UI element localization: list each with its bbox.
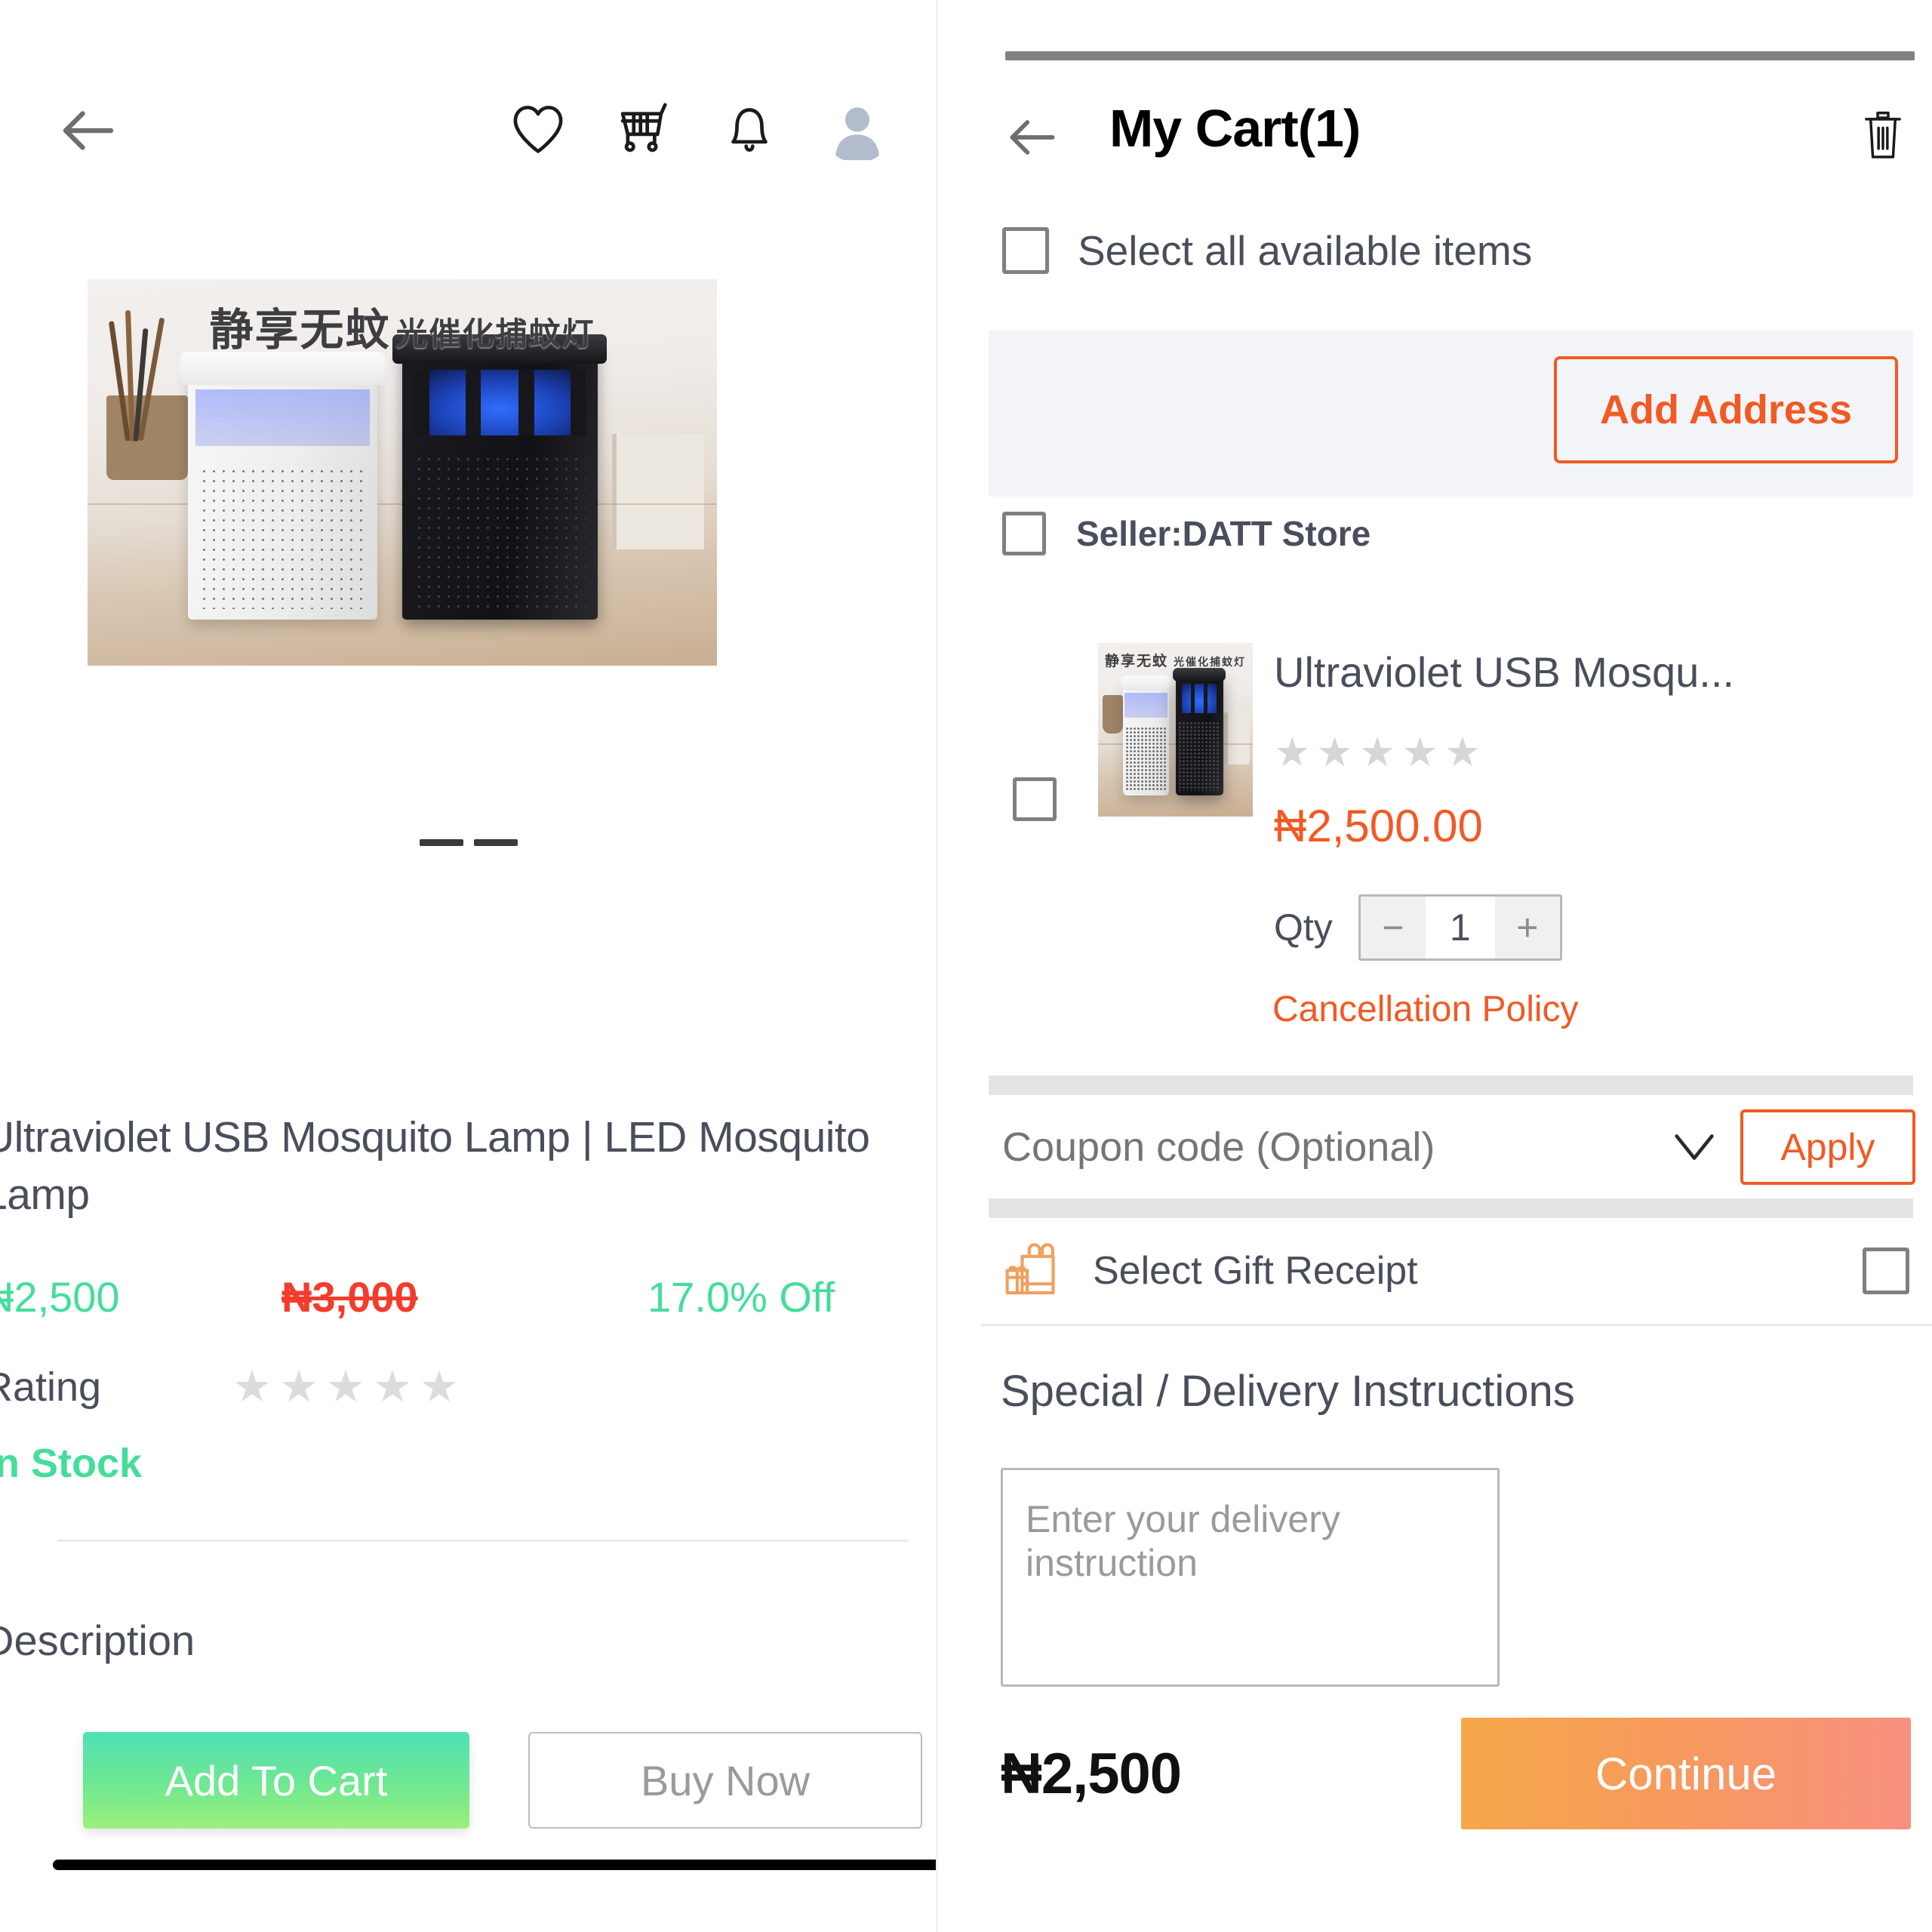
- cart-item-thumbnail[interactable]: 静享无蚊 光催化捕蚊灯: [1098, 643, 1253, 817]
- user-avatar-icon[interactable]: [823, 94, 892, 163]
- quantity-label: Qty: [1274, 906, 1333, 949]
- cart-item: 静享无蚊 光催化捕蚊灯 Ultraviolet USB Mosqu... ★ ★…: [981, 626, 1932, 1072]
- bell-icon[interactable]: [717, 96, 782, 161]
- product-image: 静享无蚊 光催化捕蚊灯: [88, 279, 717, 666]
- cart-panel: My Cart(1) Select all available items Ad…: [981, 0, 1932, 1932]
- original-price: ₦3,000: [281, 1272, 418, 1321]
- rating-row: Rating ★ ★ ★ ★ ★: [0, 1360, 937, 1414]
- seller-row[interactable]: Seller:DATT Store: [1002, 512, 1371, 555]
- gift-receipt-checkbox[interactable]: [1863, 1247, 1909, 1294]
- current-price: ₦2,500: [0, 1272, 120, 1321]
- quantity-row: Qty − 1 +: [1274, 894, 1562, 961]
- pdp-header-actions: [506, 94, 892, 163]
- image-overlay-text: 静享无蚊 光催化捕蚊灯: [88, 294, 717, 358]
- select-all-row[interactable]: Select all available items: [1002, 226, 1532, 275]
- star-icon[interactable]: ★: [326, 1364, 365, 1409]
- coupon-input[interactable]: [1001, 1123, 1668, 1171]
- stock-status: In Stock: [0, 1440, 143, 1486]
- star-icon: ★: [1316, 730, 1353, 775]
- cart-item-title[interactable]: Ultraviolet USB Mosqu...: [1274, 648, 1924, 697]
- cart-total: ₦2,500: [1001, 1741, 1182, 1806]
- delivery-instructions-input[interactable]: [1001, 1468, 1500, 1687]
- panel-divider: [936, 0, 938, 1932]
- product-image-gallery[interactable]: 静享无蚊 光催化捕蚊灯: [0, 189, 937, 1004]
- back-arrow-icon[interactable]: [1002, 107, 1063, 168]
- quantity-stepper[interactable]: − 1 +: [1358, 894, 1562, 961]
- lamp-white: [180, 351, 385, 620]
- star-icon: ★: [1274, 730, 1311, 775]
- cart-header: My Cart(1): [981, 91, 1932, 189]
- delivery-instructions-section: Special / Delivery Instructions: [981, 1366, 1932, 1690]
- star-icon[interactable]: ★: [373, 1364, 412, 1409]
- star-icon: ★: [1358, 730, 1396, 775]
- apply-coupon-button[interactable]: Apply: [1740, 1109, 1915, 1185]
- cart-item-checkbox[interactable]: [1013, 777, 1057, 821]
- section-divider: [989, 1075, 1913, 1095]
- trash-icon[interactable]: [1857, 106, 1909, 166]
- overlay-text-primary: 静享无蚊: [209, 304, 391, 356]
- price-row: ₦2,500 ₦3,000 17.0% Off: [0, 1272, 937, 1327]
- carousel-dot-2[interactable]: [474, 839, 518, 846]
- product-detail-panel: 静享无蚊 光催化捕蚊灯 Ultraviolet USB Mosquito Lam…: [0, 0, 937, 1932]
- star-icon: ★: [1444, 730, 1481, 775]
- buy-now-button[interactable]: Buy Now: [528, 1732, 922, 1829]
- section-divider: [989, 1198, 1913, 1218]
- rating-label: Rating: [0, 1364, 102, 1410]
- carousel-indicators: [0, 839, 937, 846]
- cart-title: My Cart(1): [1109, 99, 1361, 158]
- continue-button[interactable]: Continue: [1461, 1718, 1911, 1829]
- cancellation-policy-link[interactable]: Cancellation Policy: [1272, 989, 1579, 1030]
- cart-footer: ₦2,500 Continue: [981, 1706, 1932, 1841]
- add-address-button[interactable]: Add Address: [1554, 356, 1898, 463]
- cart-item-rating: ★ ★ ★ ★ ★: [1274, 732, 1481, 773]
- seller-label: Seller:DATT Store: [1076, 514, 1371, 553]
- select-all-checkbox[interactable]: [1002, 227, 1049, 274]
- gift-receipt-row[interactable]: Select Gift Receipt: [981, 1218, 1932, 1326]
- page-title: Ultraviolet USB Mosquito Lamp | LED Mosq…: [0, 1113, 870, 1219]
- app-screen: 静享无蚊 光催化捕蚊灯 Ultraviolet USB Mosquito Lam…: [0, 0, 1932, 1932]
- chevron-down-icon[interactable]: [1668, 1128, 1721, 1166]
- quantity-decrement-button[interactable]: −: [1360, 897, 1426, 958]
- lamp-black: [392, 334, 608, 620]
- overlay-text-secondary: 光催化捕蚊灯: [1174, 657, 1247, 669]
- pdp-action-bar: Add To Cart Buy Now: [0, 1718, 937, 1843]
- home-indicator-left: [53, 1860, 937, 1870]
- description-heading: Description: [0, 1616, 195, 1664]
- star-icon[interactable]: ★: [420, 1364, 459, 1409]
- cart-item-price: ₦2,500.00: [1274, 801, 1483, 851]
- rating-stars[interactable]: ★ ★ ★ ★ ★: [232, 1364, 459, 1409]
- quantity-value: 1: [1425, 897, 1495, 958]
- star-icon[interactable]: ★: [232, 1364, 272, 1409]
- divider: [57, 1539, 909, 1542]
- gift-receipt-label: Select Gift Receipt: [1093, 1249, 1418, 1293]
- back-arrow-icon[interactable]: [54, 97, 122, 165]
- overlay-text-primary: 静享无蚊: [1104, 653, 1168, 670]
- select-all-label: Select all available items: [1078, 227, 1533, 274]
- coupon-row: Apply: [981, 1098, 1932, 1196]
- star-icon[interactable]: ★: [279, 1364, 318, 1409]
- delivery-instructions-title: Special / Delivery Instructions: [1001, 1367, 1575, 1416]
- gift-bag-icon: [1001, 1238, 1066, 1303]
- shopping-cart-icon[interactable]: [611, 96, 676, 161]
- heart-icon[interactable]: [506, 96, 571, 161]
- star-icon: ★: [1401, 730, 1438, 775]
- quantity-increment-button[interactable]: +: [1494, 897, 1560, 958]
- address-panel: Add Address: [989, 331, 1913, 497]
- product-info: Ultraviolet USB Mosquito Lamp | LED Mosq…: [0, 1109, 937, 1786]
- add-to-cart-button[interactable]: Add To Cart: [83, 1732, 469, 1829]
- status-bar: [1005, 51, 1915, 60]
- discount-percent: 17.0% Off: [648, 1272, 835, 1321]
- overlay-text-secondary: 光催化捕蚊灯: [395, 315, 595, 353]
- pdp-header: [0, 83, 937, 174]
- seller-checkbox[interactable]: [1002, 512, 1046, 555]
- carousel-dot-1[interactable]: [420, 839, 463, 846]
